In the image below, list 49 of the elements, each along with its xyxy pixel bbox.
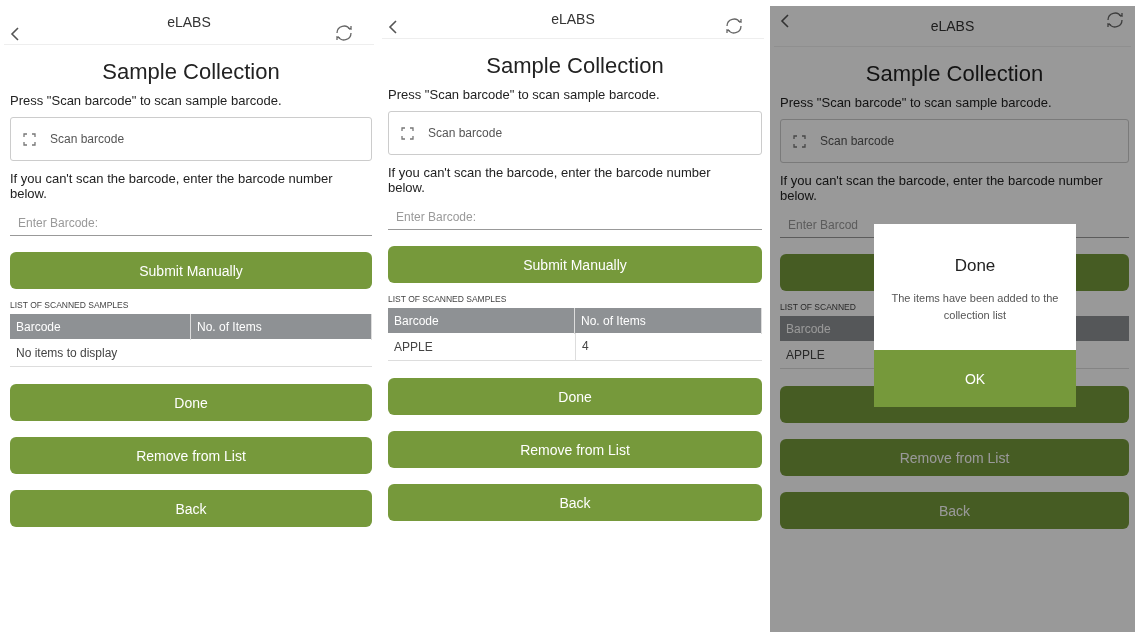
refresh-icon[interactable] [1105,10,1125,30]
refresh-icon[interactable] [334,23,354,43]
column-header: Barcode [388,308,575,334]
dialog-title: Done [954,256,996,276]
app-title: eLABS [167,14,211,30]
app-title: eLABS [551,11,595,27]
column-header: No. of Items [191,314,372,340]
remove-from-list-button[interactable]: Remove from List [780,439,1129,476]
manual-entry-hint: If you can't scan the barcode, enter the barcode number below. [388,165,712,195]
scan-barcode-button[interactable]: Scan barcode [780,119,1129,163]
remove-from-list-button[interactable]: Remove from List [10,437,372,474]
back-chevron-icon[interactable] [388,20,398,34]
done-button[interactable]: Done [388,378,762,415]
ok-button[interactable]: OK [874,350,1076,407]
page-heading: Sample Collection [101,59,281,85]
table-cell-text: APPLE [393,339,434,354]
back-chevron-icon[interactable] [780,14,790,28]
remove-from-list-button[interactable]: Remove from List [388,431,762,468]
scan-barcode-button[interactable]: Scan barcode [10,117,372,161]
done-button[interactable]: Done [10,384,372,421]
back-chevron-icon[interactable] [10,27,20,41]
app-title: eLABS [930,18,975,34]
instruction-text: Press "Scan barcode" to scan sample barcode. [10,93,283,108]
manual-entry-hint: If you can't scan the barcode, enter the barcode number below. [10,171,334,201]
list-label: LIST OF SCANNED SAMPLES [388,294,508,304]
column-header: Barcode [10,314,191,340]
back-button[interactable]: Back [780,492,1129,529]
scan-frame-icon [793,134,806,148]
list-label: LIST OF SCANNED [780,302,857,312]
manual-entry-hint: If you can't scan the barcode, enter the barcode number below. [780,173,1104,203]
page-heading: Sample Collection [864,61,1045,87]
instruction-text: Press "Scan barcode" to scan sample barcode. [780,95,1053,110]
barcode-input-field[interactable]: Enter Barcode: [388,205,762,230]
back-button[interactable]: Back [388,484,762,521]
refresh-icon[interactable] [724,16,744,36]
column-header: No. of Items [575,308,762,334]
empty-table-message: No items to display [15,345,119,360]
page-heading: Sample Collection [485,53,665,79]
back-button[interactable]: Back [10,490,372,527]
scan-barcode-button[interactable]: Scan barcode [388,111,762,155]
instruction-text: Press "Scan barcode" to scan sample barcode. [388,87,661,102]
scan-frame-icon [23,132,36,146]
barcode-input-field[interactable]: Enter Barcode: [10,211,372,236]
submit-manually-button[interactable]: Submit Manually [10,252,372,289]
submit-manually-button[interactable]: Submit Manually [388,246,762,283]
table-cell: 4 [575,333,762,360]
list-label: LIST OF SCANNED SAMPLES [10,300,130,310]
table-cell-text: APPLE [785,347,826,362]
scan-frame-icon [401,126,414,140]
